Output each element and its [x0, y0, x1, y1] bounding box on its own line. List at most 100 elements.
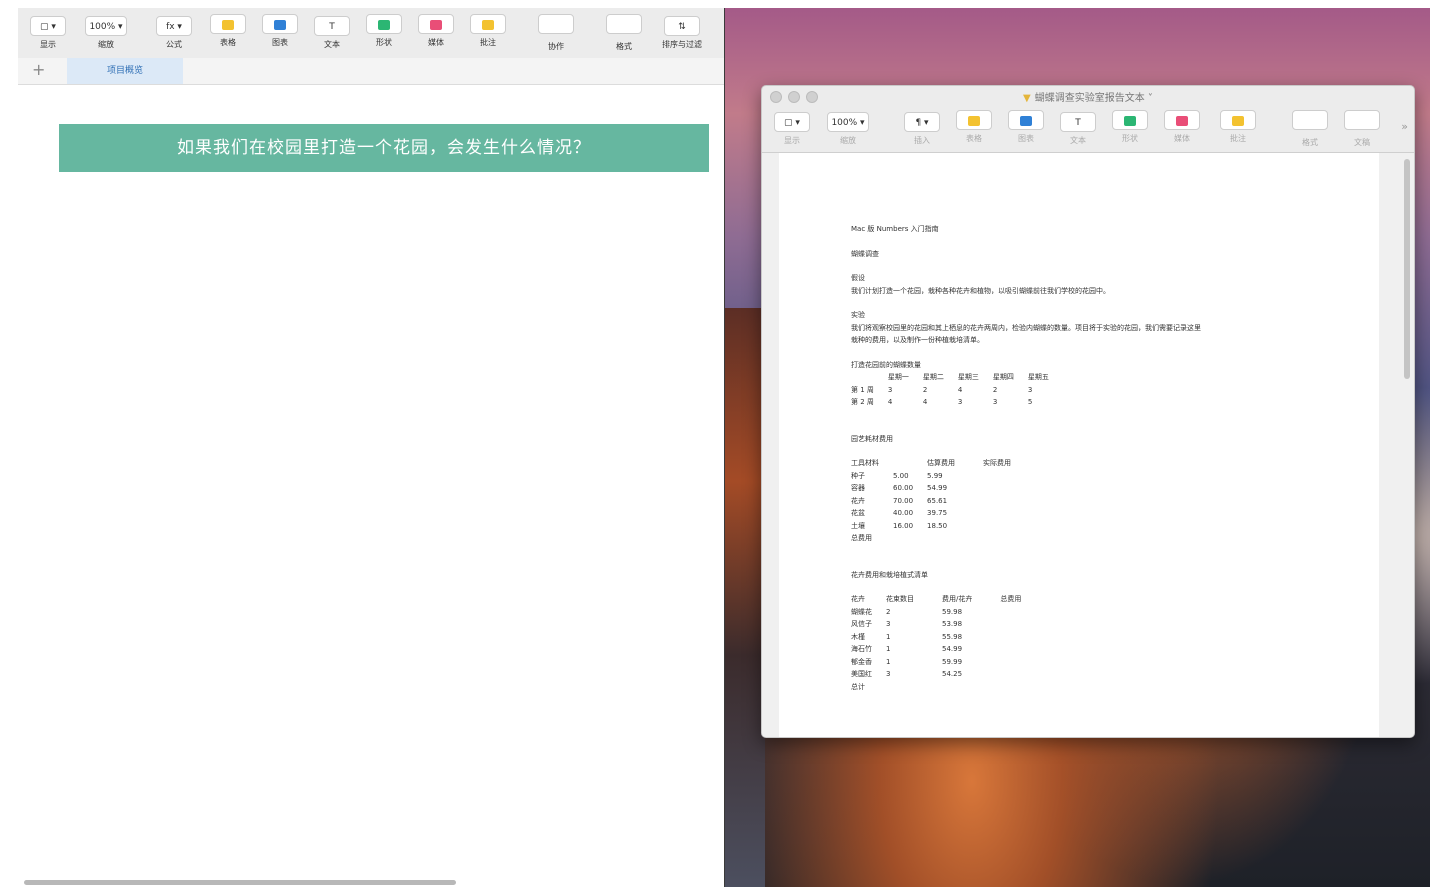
numbers-toolbar-chart-item[interactable]: 图表: [256, 14, 304, 56]
cost-cell: [927, 532, 969, 545]
pages-toolbar-insert-item[interactable]: ¶ ▾ 插入: [898, 110, 946, 150]
flower-cell: [1000, 668, 1035, 681]
pages-toolbar-label: 格式: [1302, 138, 1318, 147]
count-cell: 4: [887, 398, 893, 406]
chart-icon[interactable]: [262, 14, 298, 34]
sidebar-view-icon[interactable]: ▢ ▾: [774, 112, 810, 132]
media-icon[interactable]: [1164, 110, 1200, 130]
numbers-toolbar-zoom-item[interactable]: 100% ▾ 缩放: [82, 14, 130, 56]
cost-row: 种子 5.00 5.99: [851, 470, 1025, 483]
doc-heading: Mac 版 Numbers 入门指南: [851, 225, 939, 233]
title-banner[interactable]: 如果我们在校园里打造一个花园，会发生什么情况？: [59, 124, 709, 172]
pages-toolbar-format-item[interactable]: 格式: [1286, 110, 1334, 150]
numbers-toolbar-formula-item[interactable]: fx ▾ 公式: [150, 14, 198, 56]
count-cell: 3: [887, 385, 893, 394]
pages-document-icon: ▼: [1023, 93, 1031, 104]
collaborate-icon[interactable]: [538, 14, 574, 34]
document-page[interactable]: Mac 版 Numbers 入门指南 蝴蝶调查 假设 我们计划打造一个花园，栽种…: [779, 153, 1379, 737]
flower-cell: [942, 681, 986, 694]
numbers-toolbar-table-item[interactable]: 表格: [204, 14, 252, 56]
sort-filter-icon[interactable]: ⇅: [664, 16, 700, 36]
close-window-button[interactable]: [770, 91, 782, 103]
numbers-window: ▢ ▾ 显示 100% ▾ 缩放 fx ▾ 公式 表格 图表 T 文本 形状 媒体 批注 协作 格式 ⇅ 排序与…: [18, 8, 725, 887]
format-icon[interactable]: [606, 14, 642, 34]
toolbar-overflow-icon[interactable]: »: [1401, 120, 1408, 133]
flower-cell: [928, 668, 942, 681]
text-icon[interactable]: T: [1060, 112, 1096, 132]
pages-toolbar-sidebar-view-item[interactable]: ▢ ▾ 显示: [768, 110, 816, 150]
pages-toolbar-media-item[interactable]: 媒体: [1158, 110, 1206, 150]
mountain-wallpaper-detail: [725, 308, 765, 887]
cost-cell: [893, 532, 927, 545]
numbers-toolbar-format-item[interactable]: 格式: [600, 14, 648, 56]
numbers-toolbar-collaborate-item[interactable]: 协作: [532, 14, 580, 56]
insert-icon[interactable]: ¶ ▾: [904, 112, 940, 132]
numbers-toolbar-label: 表格: [220, 38, 236, 47]
numbers-toolbar-label: 批注: [480, 38, 496, 47]
minimize-window-button[interactable]: [788, 91, 800, 103]
numbers-toolbar-shape-item[interactable]: 形状: [360, 14, 408, 56]
document-icon[interactable]: [1344, 110, 1380, 130]
pages-toolbar: » ▢ ▾ 显示 100% ▾ 缩放 ¶ ▾ 插入 表格 图表 T 文本 形状 媒体 批注 格式 文稿: [762, 108, 1414, 153]
sidebar-view-icon[interactable]: ▢ ▾: [30, 16, 66, 36]
cost-cell: 实际费用: [983, 459, 1012, 467]
count-cell: 3: [992, 398, 998, 406]
cost-cell: [983, 520, 1025, 533]
horizontal-scrollbar[interactable]: [24, 880, 456, 885]
flower-cell: [1000, 631, 1035, 644]
flower-cell: 3: [886, 620, 891, 628]
pages-toolbar-table-item[interactable]: 表格: [950, 110, 998, 150]
text-icon[interactable]: T: [314, 16, 350, 36]
pages-toolbar-shape-item[interactable]: 形状: [1106, 110, 1154, 150]
supply-cost-table: 工具材料 估算费用 实际费用 种子 5.00 5.99 容器 60.00 54.99 花卉 70.0…: [851, 457, 1025, 545]
document-title[interactable]: ▼ 蝴蝶调查实验室报告文本 ˅: [1023, 93, 1153, 104]
count-cell: 5: [1027, 398, 1033, 406]
pages-toolbar-document-item[interactable]: 文稿: [1338, 110, 1386, 150]
table-icon[interactable]: [210, 14, 246, 34]
formula-icon[interactable]: fx ▾: [156, 16, 192, 36]
cost-cell: 40.00: [893, 509, 914, 517]
numbers-toolbar-comment-item[interactable]: 批注: [464, 14, 512, 56]
media-icon[interactable]: [418, 14, 454, 34]
numbers-toolbar-text-item[interactable]: T 文本: [308, 14, 356, 56]
flower-cell: [986, 656, 1000, 669]
shape-icon[interactable]: [366, 14, 402, 34]
add-sheet-button[interactable]: +: [32, 60, 45, 79]
cost-cell: 容器: [851, 484, 865, 492]
flower-cell: 3: [886, 670, 891, 678]
hypothesis-title: 假设: [851, 274, 865, 282]
comment-icon[interactable]: [470, 14, 506, 34]
chart-icon[interactable]: [1008, 110, 1044, 130]
vertical-scrollbar[interactable]: [1404, 159, 1410, 379]
flower-cell: [928, 618, 942, 631]
pages-window: ▼ 蝴蝶调查实验室报告文本 ˅ » ▢ ▾ 显示 100% ▾ 缩放 ¶ ▾ 插入 表格 图表 T…: [761, 85, 1415, 738]
zoom-icon[interactable]: 100% ▾: [827, 112, 869, 132]
sheet-tab-bar: + 项目概览: [18, 58, 724, 85]
cost-cell: 土壤: [851, 521, 865, 530]
zoom-window-button[interactable]: [806, 91, 818, 103]
zoom-icon[interactable]: 100% ▾: [85, 16, 127, 36]
pages-toolbar-comment-item[interactable]: 批注: [1214, 110, 1262, 150]
flower-cell: 木槿: [851, 632, 865, 641]
format-icon[interactable]: [1292, 110, 1328, 130]
cost-cell: [969, 470, 983, 483]
cost-table-title: 园艺耗材费用: [851, 434, 893, 443]
pages-toolbar-chart-item[interactable]: 图表: [1002, 110, 1050, 150]
flower-cost-table: 花卉 花束数目 费用/花卉 总费用 蝴蝶花 2 59.98 风信子 3 53.98 木槿 1 55.98…: [851, 593, 1035, 693]
cost-cell: 60.00: [893, 484, 914, 492]
comment-icon[interactable]: [1220, 110, 1256, 130]
numbers-toolbar-sidebar-view-item[interactable]: ▢ ▾ 显示: [24, 14, 72, 56]
cost-cell: 种子: [851, 471, 865, 480]
flower-cell: [1000, 606, 1035, 619]
pages-toolbar-text-item[interactable]: T 文本: [1054, 110, 1102, 150]
count-cell: 星期五: [1027, 373, 1049, 381]
cost-cell: 估算费用: [927, 459, 956, 467]
table-icon[interactable]: [956, 110, 992, 130]
shape-icon[interactable]: [1112, 110, 1148, 130]
numbers-toolbar-media-item[interactable]: 媒体: [412, 14, 460, 56]
sheet-tab-project-overview[interactable]: 项目概览: [67, 58, 183, 84]
pages-toolbar-zoom-item[interactable]: 100% ▾ 缩放: [824, 110, 872, 150]
flower-header-row: 花卉 花束数目 费用/花卉 总费用: [851, 593, 1035, 606]
numbers-toolbar-sort-filter-item[interactable]: ⇅ 排序与过滤: [658, 14, 706, 56]
count-row: 第 1 周 3 2 4 2 3: [851, 384, 1063, 397]
